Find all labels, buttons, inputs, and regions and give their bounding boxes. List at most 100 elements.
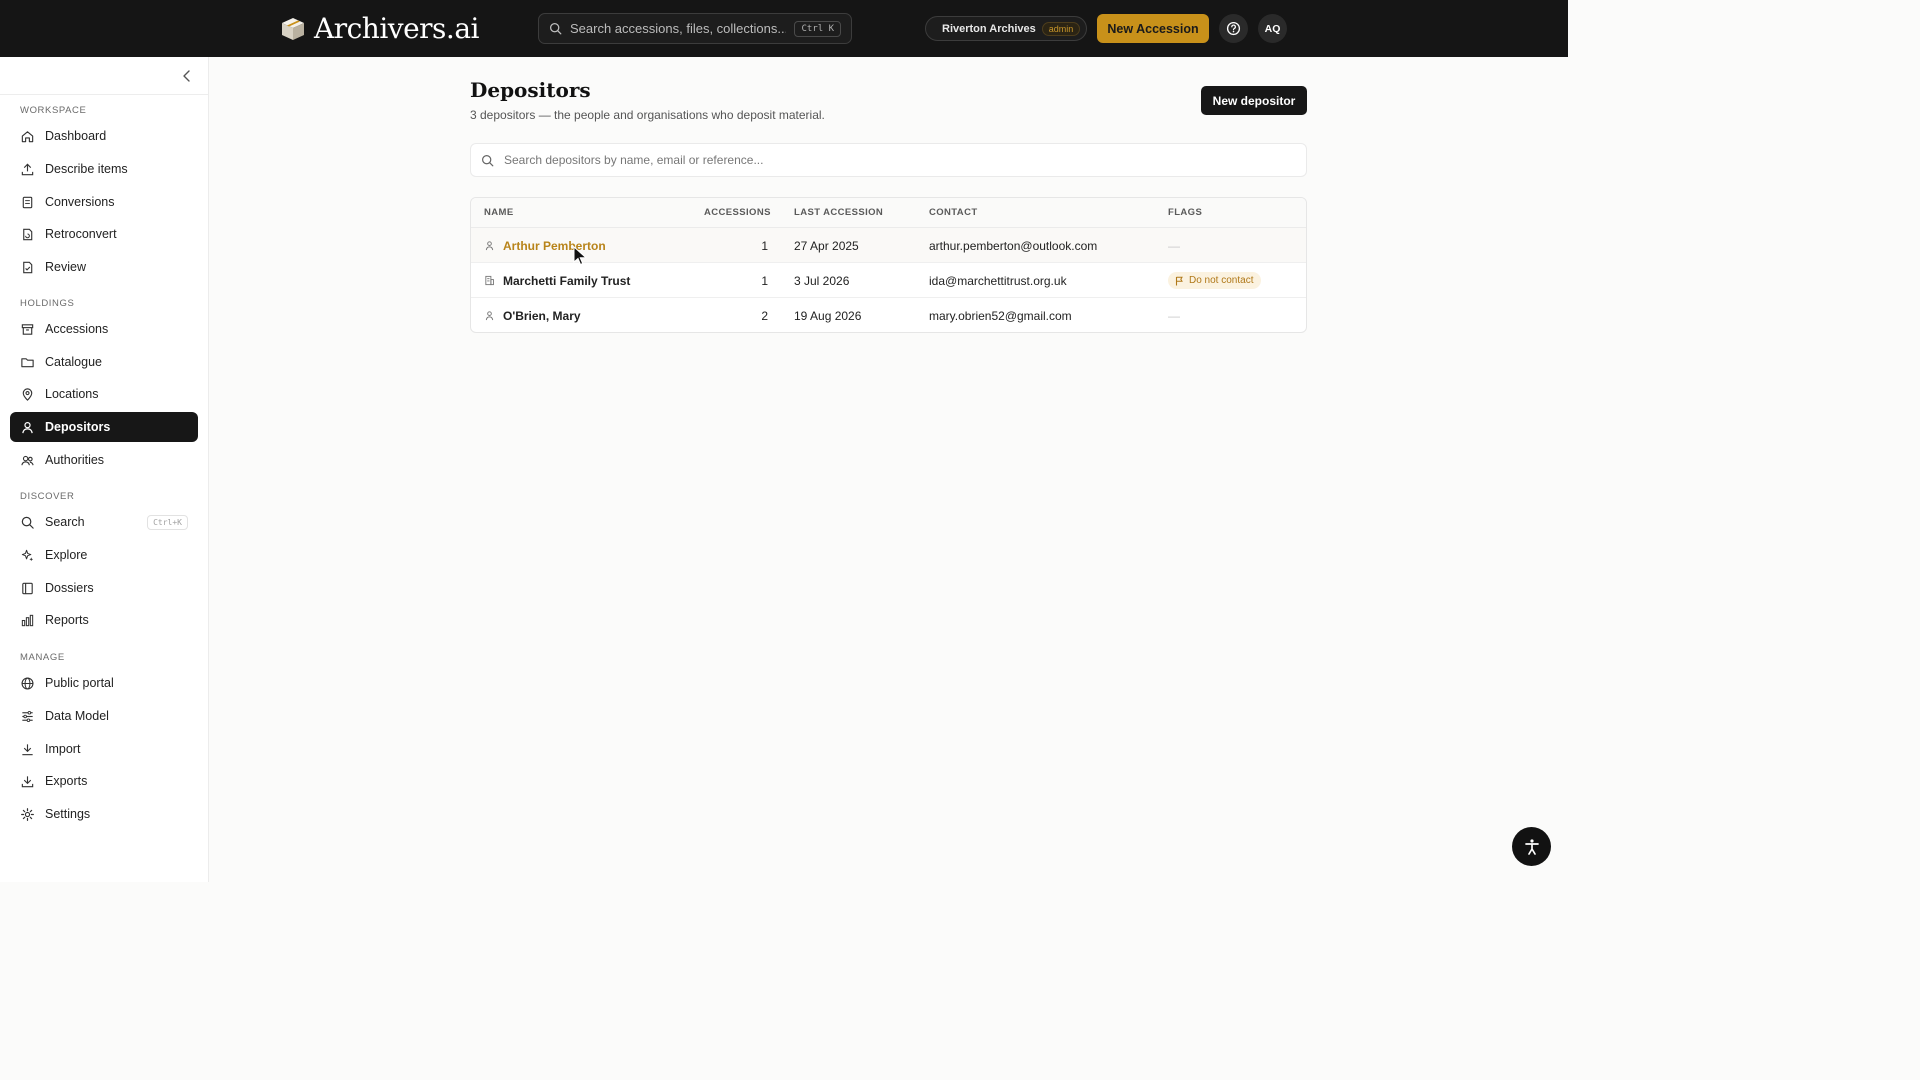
- sidebar-item-label: Dossiers: [45, 581, 94, 595]
- sidebar-item-label: Exports: [45, 774, 88, 788]
- page-title: Depositors: [470, 78, 591, 102]
- sidebar-item-describe-items[interactable]: Describe items: [10, 154, 198, 184]
- sidebar-item-depositors[interactable]: Depositors: [10, 412, 198, 442]
- section-holdings: HOLDINGS: [20, 298, 75, 309]
- building-icon: [485, 275, 494, 286]
- flag-label: Do not contact: [1189, 275, 1254, 286]
- logo[interactable]: Archivers.ai: [280, 12, 479, 45]
- file-check-icon: [23, 261, 33, 273]
- sidebar-item-import[interactable]: Import: [10, 734, 198, 764]
- accessibility-button[interactable]: [1512, 827, 1551, 866]
- last-accession-date: 27 Apr 2025: [794, 238, 859, 253]
- sidebar-item-label: Accessions: [45, 322, 109, 336]
- depositor-name: O'Brien, Mary: [503, 308, 581, 323]
- import-icon: [22, 743, 33, 755]
- sidebar-item-label: Public portal: [45, 676, 114, 690]
- person-icon: [485, 241, 494, 251]
- globe-icon: [21, 676, 34, 690]
- sidebar-item-conversions[interactable]: Conversions: [10, 187, 198, 217]
- sidebar-item-explore[interactable]: Explore: [10, 540, 198, 570]
- mouse-cursor-icon: [573, 246, 587, 266]
- sidebar-item-label: Conversions: [45, 195, 115, 209]
- sidebar-item-label: Data Model: [45, 709, 109, 723]
- new-depositor-button[interactable]: New depositor: [1201, 86, 1307, 115]
- section-discover: DISCOVER: [20, 491, 75, 502]
- depositor-name-link[interactable]: Arthur Pemberton: [484, 228, 606, 263]
- bar-chart-icon: [21, 614, 34, 626]
- global-search-input[interactable]: Search accessions, files, collections...…: [538, 13, 852, 44]
- user-icon: [22, 421, 33, 433]
- top-bar: Archivers.ai Search accessions, files, c…: [0, 0, 1568, 57]
- book-icon: [22, 582, 33, 594]
- logo-text: Archivers.ai: [314, 12, 479, 45]
- sidebar-item-settings[interactable]: Settings: [10, 799, 198, 829]
- contact-email: ida@marchettitrust.org.uk: [929, 273, 1067, 288]
- column-header-contact[interactable]: CONTACT: [929, 198, 978, 228]
- flags-cell: Do not contact: [1168, 263, 1262, 298]
- last-accession-date: 19 Aug 2026: [794, 308, 862, 323]
- sparkles-icon: [21, 549, 34, 561]
- column-header-last-accession[interactable]: LAST ACCESSION: [794, 198, 883, 228]
- column-header-flags[interactable]: FLAGS: [1168, 198, 1202, 228]
- role-badge: admin: [1041, 21, 1081, 36]
- flags-empty: —: [1168, 308, 1180, 323]
- sidebar-item-catalogue[interactable]: Catalogue: [10, 347, 198, 377]
- help-button[interactable]: [1219, 14, 1248, 43]
- sidebar-item-locations[interactable]: Locations: [10, 379, 198, 409]
- avatar[interactable]: AQ: [1258, 14, 1287, 43]
- search-icon: [21, 516, 34, 529]
- search-icon: [482, 154, 494, 166]
- depositor-name: Arthur Pemberton: [503, 238, 606, 253]
- sidebar-item-label: Describe items: [45, 162, 128, 176]
- organisation-name: Riverton Archives: [942, 22, 1036, 35]
- users-icon: [21, 455, 34, 465]
- depositor-name-link[interactable]: O'Brien, Mary: [484, 298, 581, 332]
- global-search-placeholder: Search accessions, files, collections...: [570, 21, 787, 36]
- new-accession-button[interactable]: New Accession: [1097, 14, 1209, 43]
- table-row[interactable]: O'Brien, Mary 2 19 Aug 2026 mary.obrien5…: [471, 298, 1306, 332]
- table-row[interactable]: Arthur Pemberton 1 27 Apr 2025 arthur.pe…: [471, 228, 1306, 263]
- sidebar-item-label: Depositors: [45, 420, 111, 434]
- sidebar-item-label: Search: [45, 515, 85, 529]
- sidebar-item-public-portal[interactable]: Public portal: [10, 668, 198, 698]
- collapse-sidebar-icon[interactable]: [180, 69, 194, 83]
- sidebar-item-label: Locations: [45, 387, 99, 401]
- archive-box-icon: [21, 323, 34, 335]
- download-icon: [21, 775, 34, 787]
- sidebar-item-authorities[interactable]: Authorities: [10, 445, 198, 475]
- search-icon: [549, 22, 562, 35]
- section-workspace: WORKSPACE: [20, 105, 87, 116]
- depositor-search-input[interactable]: Search depositors by name, email or refe…: [470, 143, 1307, 177]
- search-shortcut-badge: Ctrl K: [794, 20, 841, 37]
- column-header-name[interactable]: NAME: [484, 198, 514, 228]
- depositors-table: NAME ACCESSIONS LAST ACCESSION CONTACT F…: [470, 197, 1307, 333]
- sidebar-item-label: Dashboard: [45, 129, 107, 143]
- sidebar-item-data-model[interactable]: Data Model: [10, 701, 198, 731]
- sidebar-item-accessions[interactable]: Accessions: [10, 314, 198, 344]
- sliders-icon: [22, 710, 33, 722]
- do-not-contact-badge: Do not contact: [1168, 272, 1262, 289]
- sidebar-item-dossiers[interactable]: Dossiers: [10, 573, 198, 603]
- organisation-switcher[interactable]: Riverton Archives admin: [925, 16, 1087, 41]
- sidebar-item-reports[interactable]: Reports: [10, 605, 198, 635]
- gear-icon: [21, 807, 34, 821]
- page-subtitle: 3 depositors — the people and organisati…: [470, 108, 825, 122]
- search-shortcut-badge: Ctrl+K: [147, 514, 188, 530]
- sidebar-item-label: Import: [45, 742, 81, 756]
- section-manage: MANAGE: [20, 652, 65, 663]
- convert-icon: [22, 196, 33, 208]
- last-accession-date: 3 Jul 2026: [794, 273, 850, 288]
- sidebar-item-label: Retroconvert: [45, 227, 117, 241]
- sidebar-item-search[interactable]: Search Ctrl+K: [10, 507, 198, 537]
- table-row[interactable]: Marchetti Family Trust 1 3 Jul 2026 ida@…: [471, 263, 1306, 298]
- map-pin-icon: [22, 387, 33, 401]
- column-header-accessions[interactable]: ACCESSIONS: [704, 198, 771, 228]
- depositor-name: Marchetti Family Trust: [503, 273, 631, 288]
- sidebar-item-exports[interactable]: Exports: [10, 766, 198, 796]
- accessions-count: 1: [761, 238, 768, 253]
- sidebar-item-dashboard[interactable]: Dashboard: [10, 121, 198, 151]
- depositor-name-link[interactable]: Marchetti Family Trust: [484, 263, 630, 298]
- sidebar-item-review[interactable]: Review: [10, 252, 198, 282]
- sidebar-item-retroconvert[interactable]: Retroconvert: [10, 219, 198, 249]
- sidebar-item-label: Catalogue: [45, 355, 102, 369]
